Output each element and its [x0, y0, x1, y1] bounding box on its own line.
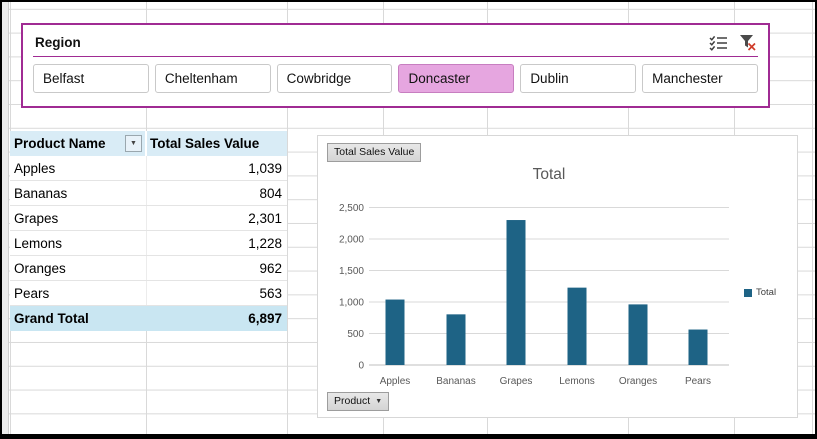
- slicer-header: Region: [23, 25, 768, 56]
- x-axis-label: Grapes: [500, 376, 533, 387]
- chart-bar-grapes[interactable]: [506, 220, 526, 365]
- pivot-chart[interactable]: 0 500 1,000 1,500 2,000 2,500 Apples Bananas Gra…: [317, 135, 798, 418]
- y-tick-label: 1,000: [339, 298, 364, 309]
- slicer-button-doncaster[interactable]: Doncaster: [398, 64, 515, 93]
- grand-total-label[interactable]: Grand Total: [10, 306, 147, 331]
- clear-filter-icon[interactable]: [738, 34, 758, 51]
- product-cell[interactable]: Bananas: [10, 181, 147, 205]
- product-cell[interactable]: Grapes: [10, 206, 147, 230]
- slicer-title: Region: [35, 35, 81, 50]
- excel-worksheet: Region Belfast Cheltenham Cowbridge Donc…: [0, 0, 817, 439]
- product-cell[interactable]: Oranges: [10, 256, 147, 280]
- chart-legend[interactable]: Total: [744, 287, 776, 298]
- slicer-button-cheltenham[interactable]: Cheltenham: [154, 64, 271, 93]
- product-cell[interactable]: Apples: [10, 156, 147, 180]
- x-axis-label: Apples: [380, 376, 411, 387]
- y-tick-label: 500: [347, 329, 364, 340]
- chart-title[interactable]: Total: [369, 166, 729, 184]
- y-tick-label: 0: [358, 361, 364, 372]
- chart-bar-lemons[interactable]: [567, 287, 587, 365]
- chart-bar-bananas[interactable]: [446, 314, 466, 365]
- slicer-button-cowbridge[interactable]: Cowbridge: [276, 64, 393, 93]
- value-field-button[interactable]: Total Sales Value: [327, 143, 422, 162]
- chart-bar-pears[interactable]: [688, 329, 708, 365]
- slicer-buttons: Belfast Cheltenham Cowbridge Doncaster Dubli…: [23, 57, 768, 93]
- value-cell[interactable]: 962: [147, 261, 287, 276]
- y-tick-label: 2,000: [339, 235, 364, 246]
- pivot-header-value[interactable]: Total Sales Value: [147, 136, 287, 151]
- slicer-button-belfast[interactable]: Belfast: [33, 64, 149, 93]
- value-cell[interactable]: 1,228: [147, 236, 287, 251]
- value-cell[interactable]: 1,039: [147, 161, 287, 176]
- value-cell[interactable]: 804: [147, 186, 287, 201]
- x-axis-label: Lemons: [559, 376, 595, 387]
- x-axis-label: Bananas: [436, 376, 475, 387]
- legend-swatch: [744, 288, 752, 297]
- x-axis-label: Oranges: [619, 376, 657, 387]
- y-tick-label: 1,500: [339, 266, 364, 277]
- axis-dropdown-arrow: ▼: [375, 397, 383, 405]
- x-axis-label: Pears: [685, 376, 711, 387]
- slicer-button-manchester[interactable]: Manchester: [642, 64, 758, 93]
- legend-label: Total: [756, 287, 777, 298]
- sheet-left-edge: [2, 2, 9, 434]
- pivot-row-lemons: Lemons 1,228: [10, 231, 287, 256]
- pivot-row-bananas: Bananas 804: [10, 181, 287, 206]
- pivot-row-oranges: Oranges 962: [10, 256, 287, 281]
- pivot-row-pears: Pears 563: [10, 281, 287, 306]
- product-cell[interactable]: Pears: [10, 281, 147, 305]
- grand-total-value[interactable]: 6,897: [147, 311, 287, 326]
- product-name-filter-button[interactable]: ▼: [125, 135, 142, 152]
- pivot-row-apples: Apples 1,039: [10, 156, 287, 181]
- pivot-table: Product Name ▼ Total Sales Value Apples 1…: [10, 131, 287, 331]
- pivot-header-row: Product Name ▼ Total Sales Value: [10, 131, 287, 156]
- slicer-button-dublin[interactable]: Dublin: [520, 64, 637, 93]
- pivot-grand-total-row: Grand Total 6,897: [10, 306, 287, 331]
- value-cell[interactable]: 563: [147, 286, 287, 301]
- chart-bar-apples[interactable]: [385, 299, 405, 365]
- axis-field-button[interactable]: Product ▼: [327, 392, 390, 411]
- pivot-row-grapes: Grapes 2,301: [10, 206, 287, 231]
- product-cell[interactable]: Lemons: [10, 231, 147, 255]
- value-cell[interactable]: 2,301: [147, 211, 287, 226]
- multi-select-icon[interactable]: [708, 34, 728, 51]
- pivot-header-product[interactable]: Product Name ▼: [10, 131, 147, 156]
- chart-bar-oranges[interactable]: [628, 304, 648, 365]
- y-tick-label: 2,500: [339, 203, 364, 214]
- region-slicer: Region Belfast Cheltenham Cowbridge Donc…: [21, 23, 770, 108]
- pivot-body: Apples 1,039 Bananas 804 Grapes 2,301 Lemons 1,…: [10, 156, 287, 306]
